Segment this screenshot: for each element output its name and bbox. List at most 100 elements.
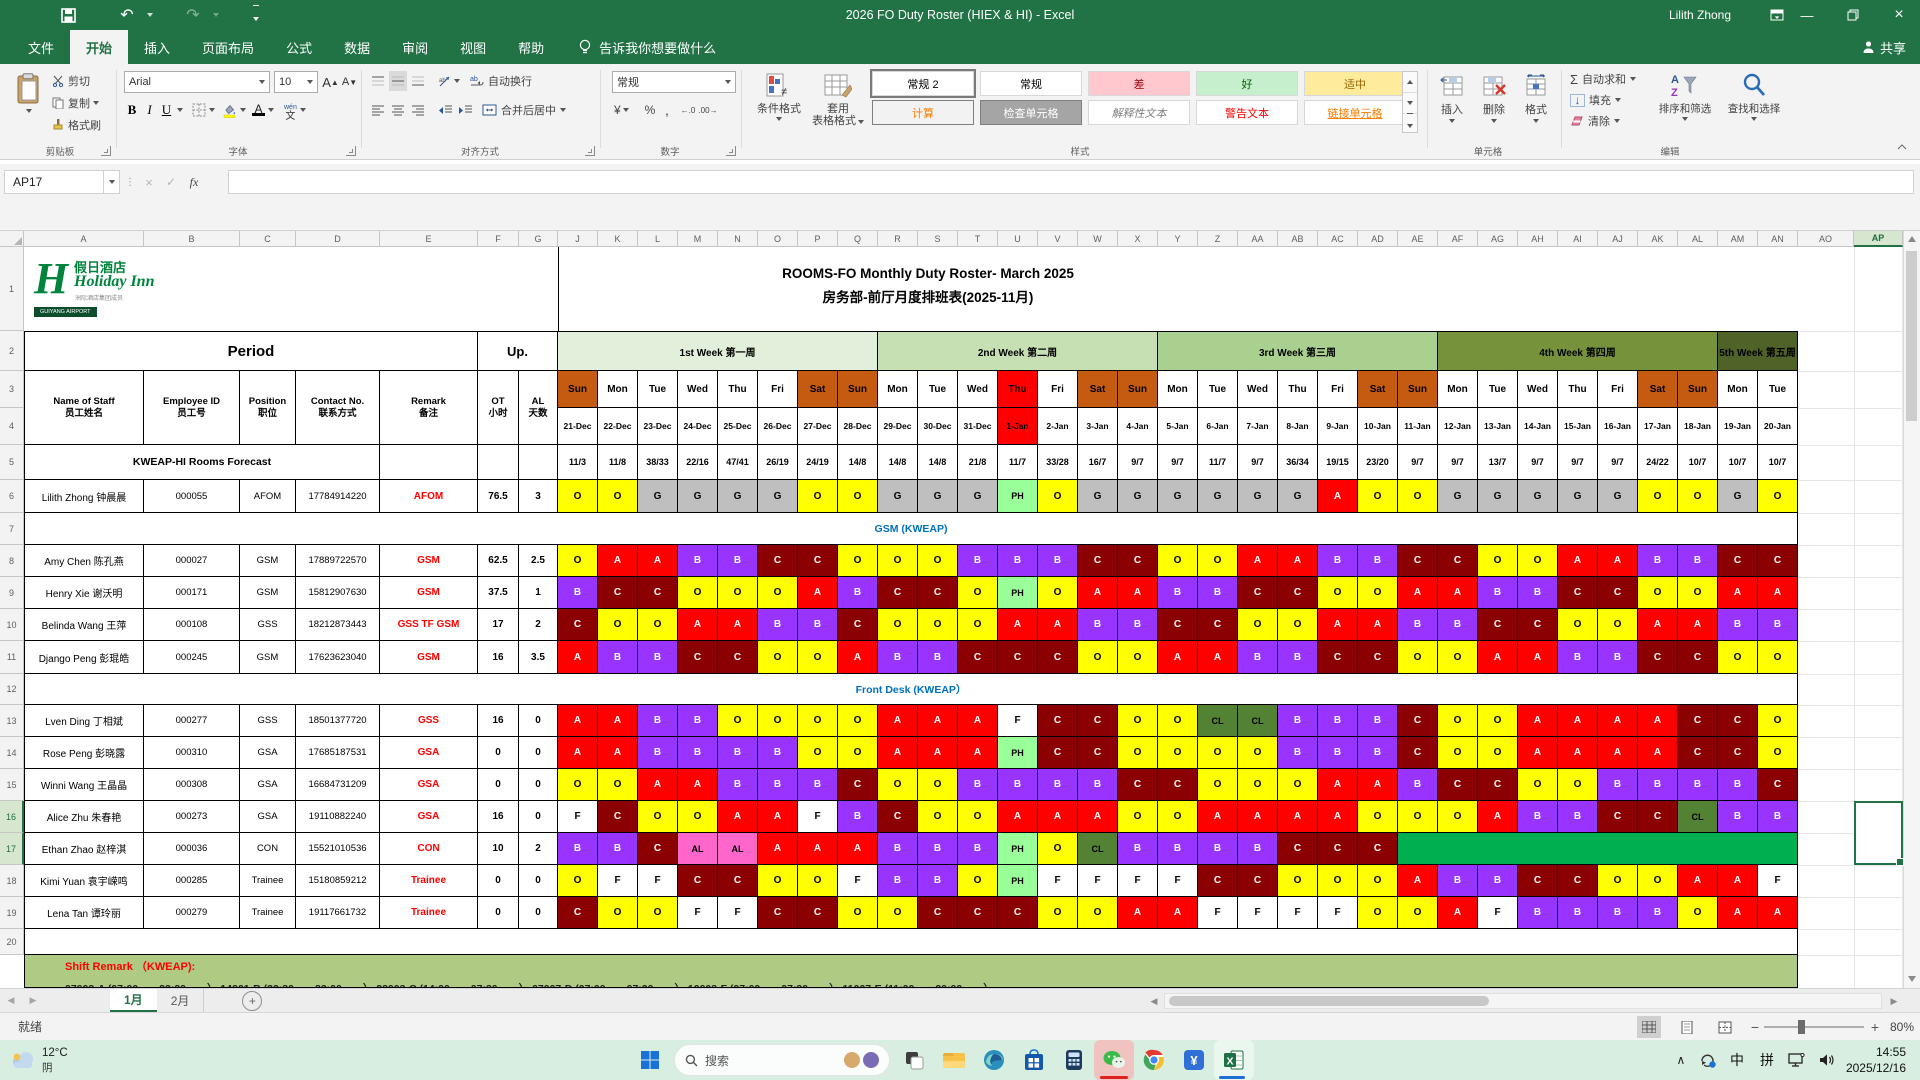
shift-cell[interactable]: PH — [998, 577, 1038, 609]
shift-cell[interactable]: O — [558, 480, 598, 513]
shift-cell[interactable]: C — [718, 865, 758, 897]
staff-remark-cell[interactable]: GSM — [380, 577, 478, 609]
shift-cell[interactable]: A — [1038, 609, 1078, 641]
paste-button[interactable] — [8, 69, 50, 135]
day-name-cell[interactable]: Tue — [1758, 371, 1798, 408]
shift-cell[interactable]: G — [1198, 480, 1238, 513]
shift-cell[interactable]: B — [918, 833, 958, 865]
shift-cell[interactable]: C — [1158, 609, 1198, 641]
shift-cell[interactable]: O — [1678, 480, 1718, 513]
shift-cell[interactable]: B — [758, 609, 798, 641]
forecast-cell[interactable]: 9/7 — [1118, 445, 1158, 480]
staff-id-cell[interactable]: 000273 — [144, 801, 240, 833]
shift-cell[interactable]: O — [878, 545, 918, 577]
shift-cell[interactable]: A — [878, 737, 918, 769]
shift-cell[interactable]: A — [1478, 641, 1518, 674]
shift-cell[interactable]: A — [798, 577, 838, 609]
shift-cell[interactable]: O — [798, 480, 838, 513]
shift-cell[interactable]: B — [1078, 769, 1118, 801]
fill-color-button[interactable] — [222, 100, 246, 120]
shift-cell[interactable]: A — [918, 737, 958, 769]
day-date-cell[interactable]: 31-Dec — [958, 408, 998, 445]
shift-cell[interactable]: G — [1518, 480, 1558, 513]
shift-cell[interactable]: A — [718, 801, 758, 833]
row-header-2[interactable]: 2 — [0, 331, 24, 371]
shift-cell[interactable]: O — [1558, 609, 1598, 641]
shift-cell[interactable]: A — [598, 705, 638, 737]
shift-cell[interactable]: C — [598, 577, 638, 609]
shift-cell[interactable]: C — [1638, 641, 1678, 674]
font-dialog-launcher-icon[interactable] — [346, 146, 356, 156]
column-header-G[interactable]: G — [519, 231, 558, 247]
cell-style-8[interactable]: 解释性文本 — [1088, 100, 1190, 125]
staff-position-cell[interactable]: GSS — [240, 609, 296, 641]
task-view-button[interactable] — [894, 1040, 934, 1080]
shift-cell[interactable]: C — [598, 801, 638, 833]
forecast-cell[interactable]: 24/19 — [798, 445, 838, 480]
shift-cell[interactable]: B — [638, 737, 678, 769]
shift-cell[interactable]: A — [1358, 769, 1398, 801]
row-header-11[interactable]: 11 — [0, 641, 24, 674]
cell-style-7[interactable]: 检查单元格 — [980, 100, 1082, 125]
shift-cell[interactable]: O — [1318, 865, 1358, 897]
shift-cell[interactable]: F — [1038, 865, 1078, 897]
shift-cell[interactable]: G — [1078, 480, 1118, 513]
staff-id-cell[interactable]: 000279 — [144, 897, 240, 929]
shift-cell[interactable]: A — [1718, 865, 1758, 897]
cell-style-4[interactable]: 好 — [1196, 71, 1298, 96]
shift-cell[interactable]: B — [1758, 801, 1798, 833]
staff-al-cell[interactable]: 1 — [519, 577, 558, 609]
clipboard-dialog-launcher-icon[interactable] — [101, 146, 111, 156]
file-explorer-icon[interactable] — [934, 1040, 974, 1080]
day-name-cell[interactable]: Sat — [798, 371, 838, 408]
day-name-cell[interactable]: Sat — [1358, 371, 1398, 408]
shift-cell[interactable]: AL — [718, 833, 758, 865]
shift-cell[interactable]: B — [1398, 769, 1438, 801]
shift-cell[interactable]: B — [918, 641, 958, 674]
column-header-AC[interactable]: AC — [1318, 231, 1358, 247]
shift-cell[interactable]: O — [558, 545, 598, 577]
forecast-cell[interactable]: 9/7 — [1398, 445, 1438, 480]
week-band-5[interactable]: 5th Week 第五周 — [1718, 331, 1798, 371]
shift-cell[interactable]: B — [1358, 545, 1398, 577]
staff-ot-cell[interactable]: 0 — [478, 897, 519, 929]
day-date-cell[interactable]: 9-Jan — [1318, 408, 1358, 445]
merge-center-button[interactable]: 合并后居中 — [482, 100, 566, 120]
shift-cell[interactable]: O — [1278, 609, 1318, 641]
shift-cell[interactable]: B — [1598, 897, 1638, 929]
shift-cell[interactable]: C — [1678, 705, 1718, 737]
calculator-icon[interactable] — [1054, 1040, 1094, 1080]
forecast-cell[interactable]: 24/22 — [1638, 445, 1678, 480]
shift-cell[interactable]: F — [638, 865, 678, 897]
shift-cell[interactable]: B — [1478, 577, 1518, 609]
shift-cell[interactable]: A — [838, 833, 878, 865]
forecast-cell[interactable]: 9/7 — [1558, 445, 1598, 480]
day-name-cell[interactable]: Mon — [1158, 371, 1198, 408]
row-header-8[interactable]: 8 — [0, 545, 24, 577]
day-name-cell[interactable]: Fri — [758, 371, 798, 408]
shift-cell[interactable]: F — [798, 801, 838, 833]
shift-cell[interactable]: F — [1318, 897, 1358, 929]
column-header-AD[interactable]: AD — [1358, 231, 1398, 247]
shift-cell[interactable]: G — [1718, 480, 1758, 513]
shift-cell[interactable]: C — [1518, 865, 1558, 897]
staff-contact-cell[interactable]: 19110882240 — [296, 801, 380, 833]
shift-cell[interactable]: O — [1238, 609, 1278, 641]
shift-cell[interactable]: O — [1638, 865, 1678, 897]
shift-cell[interactable]: C — [1358, 833, 1398, 865]
shift-cell[interactable]: O — [878, 897, 918, 929]
day-name-cell[interactable]: Tue — [1198, 371, 1238, 408]
shift-cell[interactable]: O — [758, 577, 798, 609]
column-header-C[interactable]: C — [240, 231, 296, 247]
shift-cell[interactable]: O — [1758, 641, 1798, 674]
format-as-table-button[interactable]: 套用 表格格式 — [810, 69, 866, 141]
column-header-AE[interactable]: AE — [1398, 231, 1438, 247]
shift-cell[interactable]: C — [758, 545, 798, 577]
tray-clock[interactable]: 14:55 2025/12/16 — [1846, 1044, 1906, 1076]
alignment-dialog-launcher-icon[interactable] — [585, 146, 595, 156]
italic-button[interactable]: I — [142, 100, 157, 120]
shift-cell[interactable]: A — [638, 545, 678, 577]
day-name-cell[interactable]: Wed — [958, 371, 998, 408]
format-cells-button[interactable]: 格式 — [1517, 69, 1555, 141]
day-name-cell[interactable]: Tue — [1478, 371, 1518, 408]
